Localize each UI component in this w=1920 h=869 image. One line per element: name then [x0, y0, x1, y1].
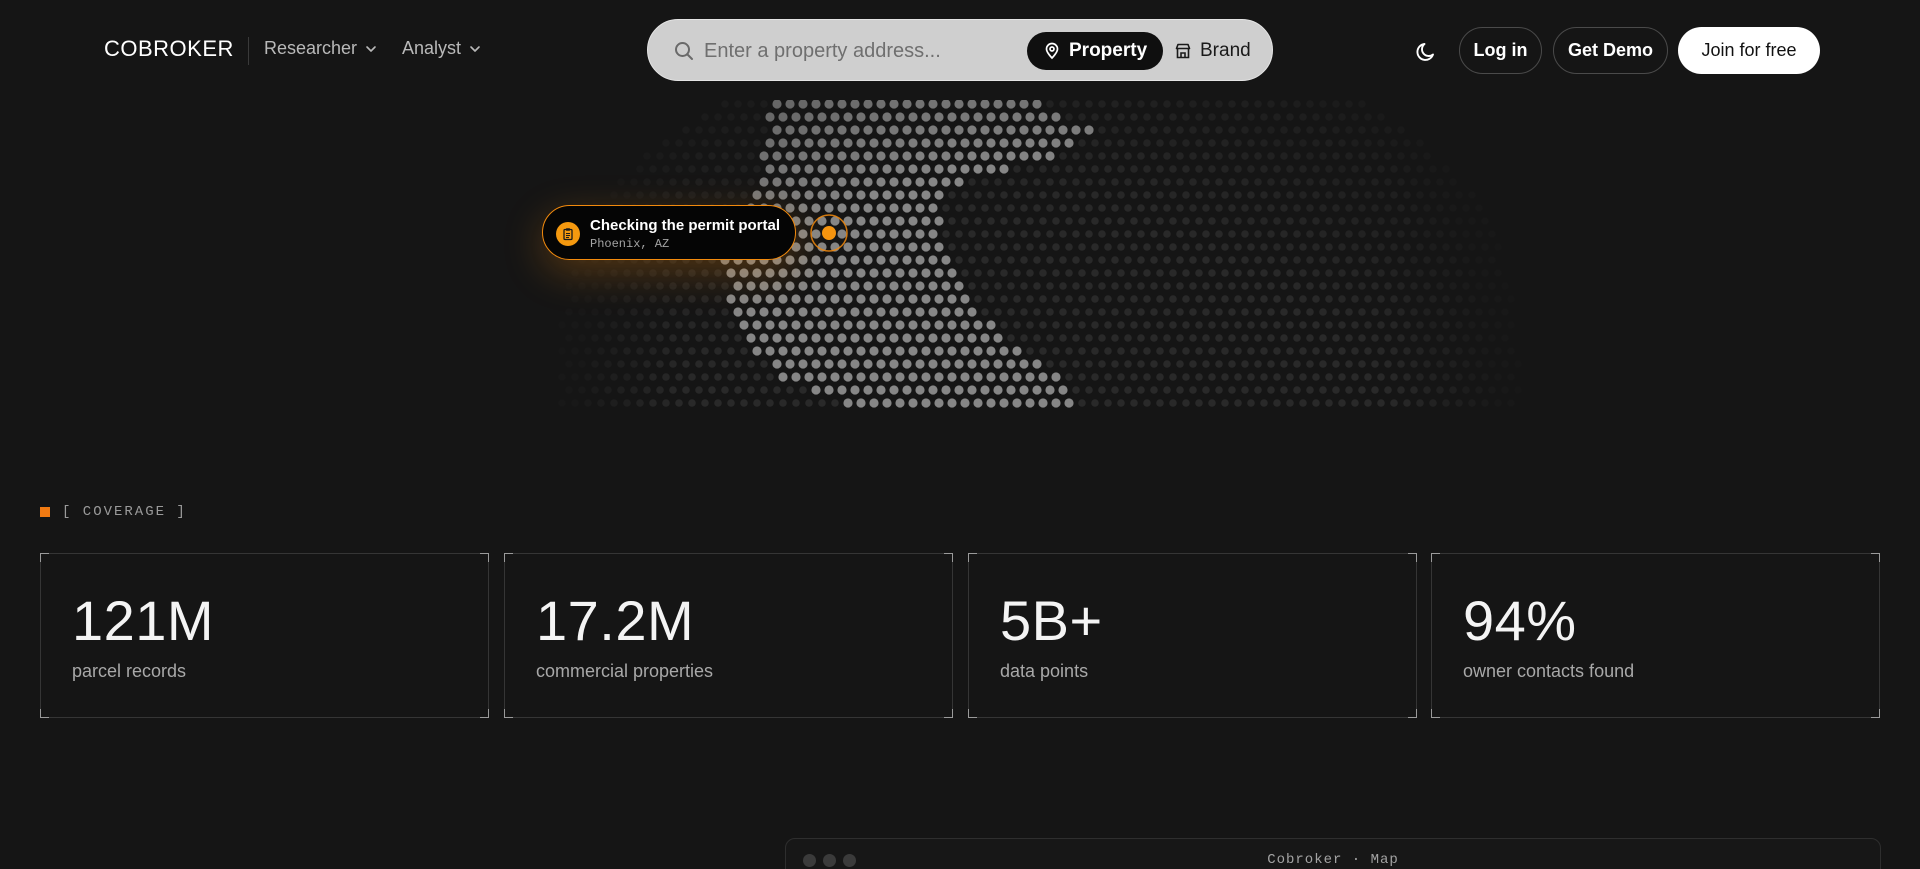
callout-title: Checking the permit portal [590, 217, 781, 234]
login-button[interactable]: Log in [1459, 27, 1542, 74]
join-free-button[interactable]: Join for free [1678, 27, 1820, 74]
mode-brand-label: Brand [1200, 40, 1251, 61]
top-nav: COBROKER Researcher Analyst Property Bra… [0, 0, 1920, 100]
stat-card: 121M parcel records [40, 553, 489, 718]
mode-property-label: Property [1069, 40, 1148, 61]
storefront-icon [1175, 43, 1191, 59]
stat-label: parcel records [72, 661, 187, 681]
get-demo-button[interactable]: Get Demo [1553, 27, 1668, 74]
coverage-section-label: [ COVERAGE ] [40, 504, 187, 520]
stat-card: 94% owner contacts found [1431, 553, 1880, 718]
search-icon [675, 42, 693, 60]
stat-value: 94% [1463, 589, 1577, 652]
stat-value: 5B+ [1000, 589, 1103, 652]
mode-property-button[interactable]: Property [1027, 32, 1164, 70]
map-window-title: Cobroker · Map [1267, 852, 1399, 868]
chevron-down-icon [366, 45, 376, 52]
mode-brand-button[interactable]: Brand [1158, 32, 1267, 70]
nav-divider [248, 37, 249, 65]
stat-card: 5B+ data points [968, 553, 1417, 718]
coverage-label-text: [ COVERAGE ] [62, 504, 187, 520]
stat-card: 17.2M commercial properties [504, 553, 953, 718]
address-search-input[interactable] [704, 34, 1004, 68]
chevron-down-icon [470, 45, 480, 52]
clipboard-icon [556, 222, 580, 246]
landing-page: COBROKER Researcher Analyst Property Bra… [0, 0, 1920, 869]
stat-label: commercial properties [536, 661, 714, 681]
map-pin-icon [1045, 42, 1059, 60]
stat-label: owner contacts found [1463, 661, 1635, 681]
callout-location: Phoenix, AZ [590, 237, 670, 251]
map-window-preview: Cobroker · Map [785, 838, 1881, 869]
nav-researcher-label: Researcher [264, 38, 358, 58]
moon-icon[interactable] [1413, 37, 1441, 65]
location-marker-icon [810, 214, 848, 252]
activity-callout: Checking the permit portal Phoenix, AZ [542, 205, 796, 260]
stat-label: data points [1000, 661, 1089, 681]
accent-square [40, 507, 50, 517]
stat-value: 121M [72, 589, 215, 652]
nav-analyst-dropdown[interactable]: Analyst [402, 38, 482, 59]
address-search-bar: Property Brand [647, 19, 1273, 81]
logo[interactable]: COBROKER [104, 36, 234, 62]
nav-researcher-dropdown[interactable]: Researcher [264, 38, 378, 59]
nav-analyst-label: Analyst [402, 38, 462, 58]
stat-value: 17.2M [536, 589, 695, 652]
